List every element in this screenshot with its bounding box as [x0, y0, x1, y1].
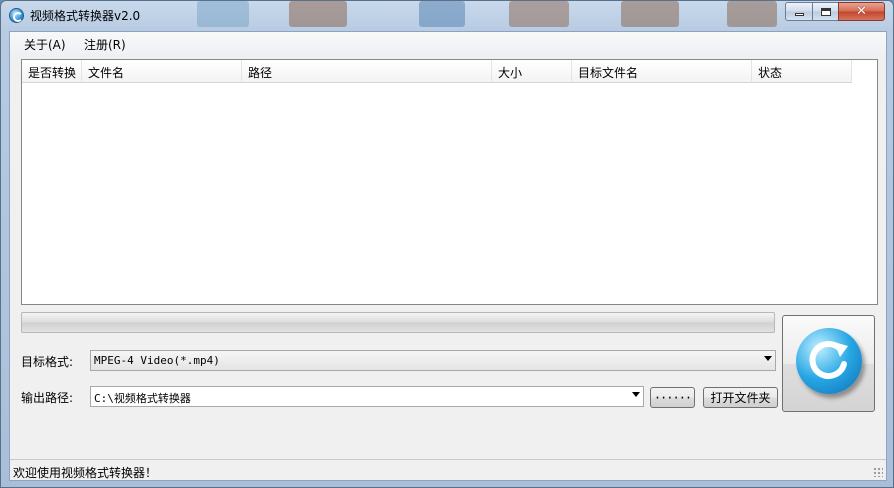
close-button[interactable]: ✕: [838, 2, 885, 21]
title-bar-background-decoration: [419, 1, 465, 27]
column-header-target-filename[interactable]: 目标文件名: [572, 60, 752, 83]
status-bar: 欢迎使用视频格式转换器！: [10, 459, 886, 480]
target-format-value: MPEG-4 Video(*.mp4): [94, 354, 220, 367]
output-path-label: 输出路径:: [21, 391, 74, 405]
minimize-button[interactable]: [785, 2, 813, 21]
conversion-progress-bar: [21, 312, 775, 333]
convert-refresh-icon-glyph: [809, 341, 848, 379]
close-icon: ✕: [856, 4, 867, 19]
convert-refresh-icon: [796, 328, 862, 394]
status-message: 欢迎使用视频格式转换器！: [13, 466, 158, 480]
title-bar[interactable]: 视频格式转换器v2.0 ✕: [1, 1, 893, 29]
main-window: 视频格式转换器v2.0 ✕ 关于(A) 注册(R) 是否转换 文件名 路径 大小…: [0, 0, 894, 488]
column-header-convert[interactable]: 是否转换: [22, 60, 82, 83]
chevron-down-icon[interactable]: [764, 356, 772, 361]
app-convert-icon[interactable]: [9, 8, 24, 23]
client-area: 关于(A) 注册(R) 是否转换 文件名 路径 大小 目标文件名 状态 目标格式…: [9, 31, 887, 481]
minimize-icon: [794, 13, 804, 16]
title-bar-background-decoration: [727, 1, 777, 27]
output-path-combo[interactable]: C:\视频格式转换器: [90, 386, 644, 407]
resize-grip-icon[interactable]: [873, 467, 883, 477]
title-bar-background-decoration: [509, 1, 569, 27]
target-format-label: 目标格式:: [21, 355, 74, 369]
menu-register[interactable]: 注册(R): [81, 36, 129, 53]
window-title: 视频格式转换器v2.0: [30, 9, 141, 23]
menu-about[interactable]: 关于(A): [21, 36, 69, 53]
convert-button[interactable]: [782, 315, 875, 412]
column-header-filename[interactable]: 文件名: [82, 60, 242, 83]
file-list[interactable]: 是否转换 文件名 路径 大小 目标文件名 状态: [21, 59, 878, 305]
title-bar-background-decoration: [621, 1, 679, 27]
column-header-status[interactable]: 状态: [752, 60, 852, 83]
target-format-select[interactable]: MPEG-4 Video(*.mp4): [90, 350, 776, 371]
browse-button[interactable]: ······: [650, 387, 695, 408]
output-path-value: C:\视频格式转换器: [94, 392, 191, 405]
title-bar-background-decoration: [289, 1, 347, 27]
menu-bar: 关于(A) 注册(R): [10, 32, 886, 54]
chevron-down-icon[interactable]: [632, 392, 640, 397]
open-folder-button[interactable]: 打开文件夹: [703, 387, 778, 408]
column-header-path[interactable]: 路径: [242, 60, 492, 83]
maximize-button[interactable]: [812, 2, 839, 21]
title-bar-background-decoration: [197, 1, 249, 27]
column-header-size[interactable]: 大小: [492, 60, 572, 83]
maximize-icon: [820, 7, 831, 16]
